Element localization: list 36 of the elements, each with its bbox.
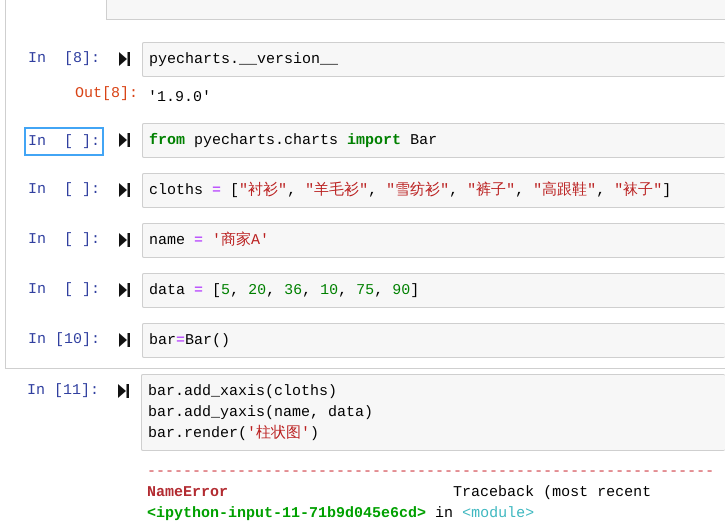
code-line: bar=Bar() bbox=[149, 331, 232, 351]
input-prompt: In [ ]: bbox=[26, 280, 101, 300]
run-cell-icon[interactable] bbox=[118, 333, 130, 347]
output-line: <ipython-input-11-71b9d045e6cd> in <module> bbox=[147, 504, 536, 524]
input-prompt: In [11]: bbox=[26, 381, 100, 401]
code-line: pyecharts.__version__ bbox=[149, 50, 340, 70]
code-line: data = [5, 20, 36, 10, 75, 90] bbox=[149, 281, 420, 301]
code-cell-input[interactable] bbox=[106, 0, 725, 20]
code-cell-input[interactable]: data = [5, 20, 36, 10, 75, 90] bbox=[142, 273, 725, 308]
code-cell-input[interactable]: bar=Bar() bbox=[142, 323, 725, 358]
code-line: bar.render('柱状图') bbox=[148, 424, 320, 444]
code-cell-input[interactable]: from pyecharts.charts import Bar bbox=[142, 123, 725, 158]
input-prompt: In [ ]: bbox=[26, 180, 101, 200]
code-line: cloths = ["衬衫", "羊毛衫", "雪纺衫", "裤子", "高跟鞋", "袜子"] bbox=[149, 180, 672, 201]
run-cell-icon[interactable] bbox=[118, 384, 128, 398]
code-line: from pyecharts.charts import Bar bbox=[149, 131, 438, 151]
output-line: '1.9.0' bbox=[148, 88, 212, 108]
run-cell-icon[interactable] bbox=[118, 133, 130, 147]
code-cell-input[interactable]: name = '商家A' bbox=[142, 223, 725, 258]
input-prompt: In [ ]: bbox=[26, 230, 101, 250]
input-prompt: In [ ]: bbox=[26, 129, 102, 154]
run-cell-icon[interactable] bbox=[118, 283, 130, 297]
run-cell-icon[interactable] bbox=[118, 183, 130, 197]
code-cell-input[interactable]: pyecharts.__version__ bbox=[142, 42, 725, 77]
output-line: NameError Traceback (most recent bbox=[147, 483, 652, 503]
code-line: bar.add_yaxis(name, data) bbox=[148, 403, 374, 423]
code-cell-input[interactable]: bar.add_xaxis(cloths) bar.add_yaxis(name, data) bar.render('柱状图') bbox=[141, 374, 725, 451]
code-cell-input[interactable]: cloths = ["衬衫", "羊毛衫", "雪纺衫", "裤子", "高跟鞋", "袜子"] bbox=[142, 173, 725, 208]
input-prompt: In [10]: bbox=[26, 330, 101, 350]
code-line: bar.add_xaxis(cloths) bbox=[148, 382, 338, 402]
input-prompt: In [8]: bbox=[26, 49, 101, 69]
output-prompt: Out[8]: bbox=[74, 84, 138, 104]
code-line: name = '商家A' bbox=[149, 230, 270, 251]
run-cell-icon[interactable] bbox=[118, 52, 130, 66]
run-cell-icon[interactable] bbox=[118, 233, 130, 247]
output-line: --------------------------------------------------------------- bbox=[147, 462, 714, 482]
